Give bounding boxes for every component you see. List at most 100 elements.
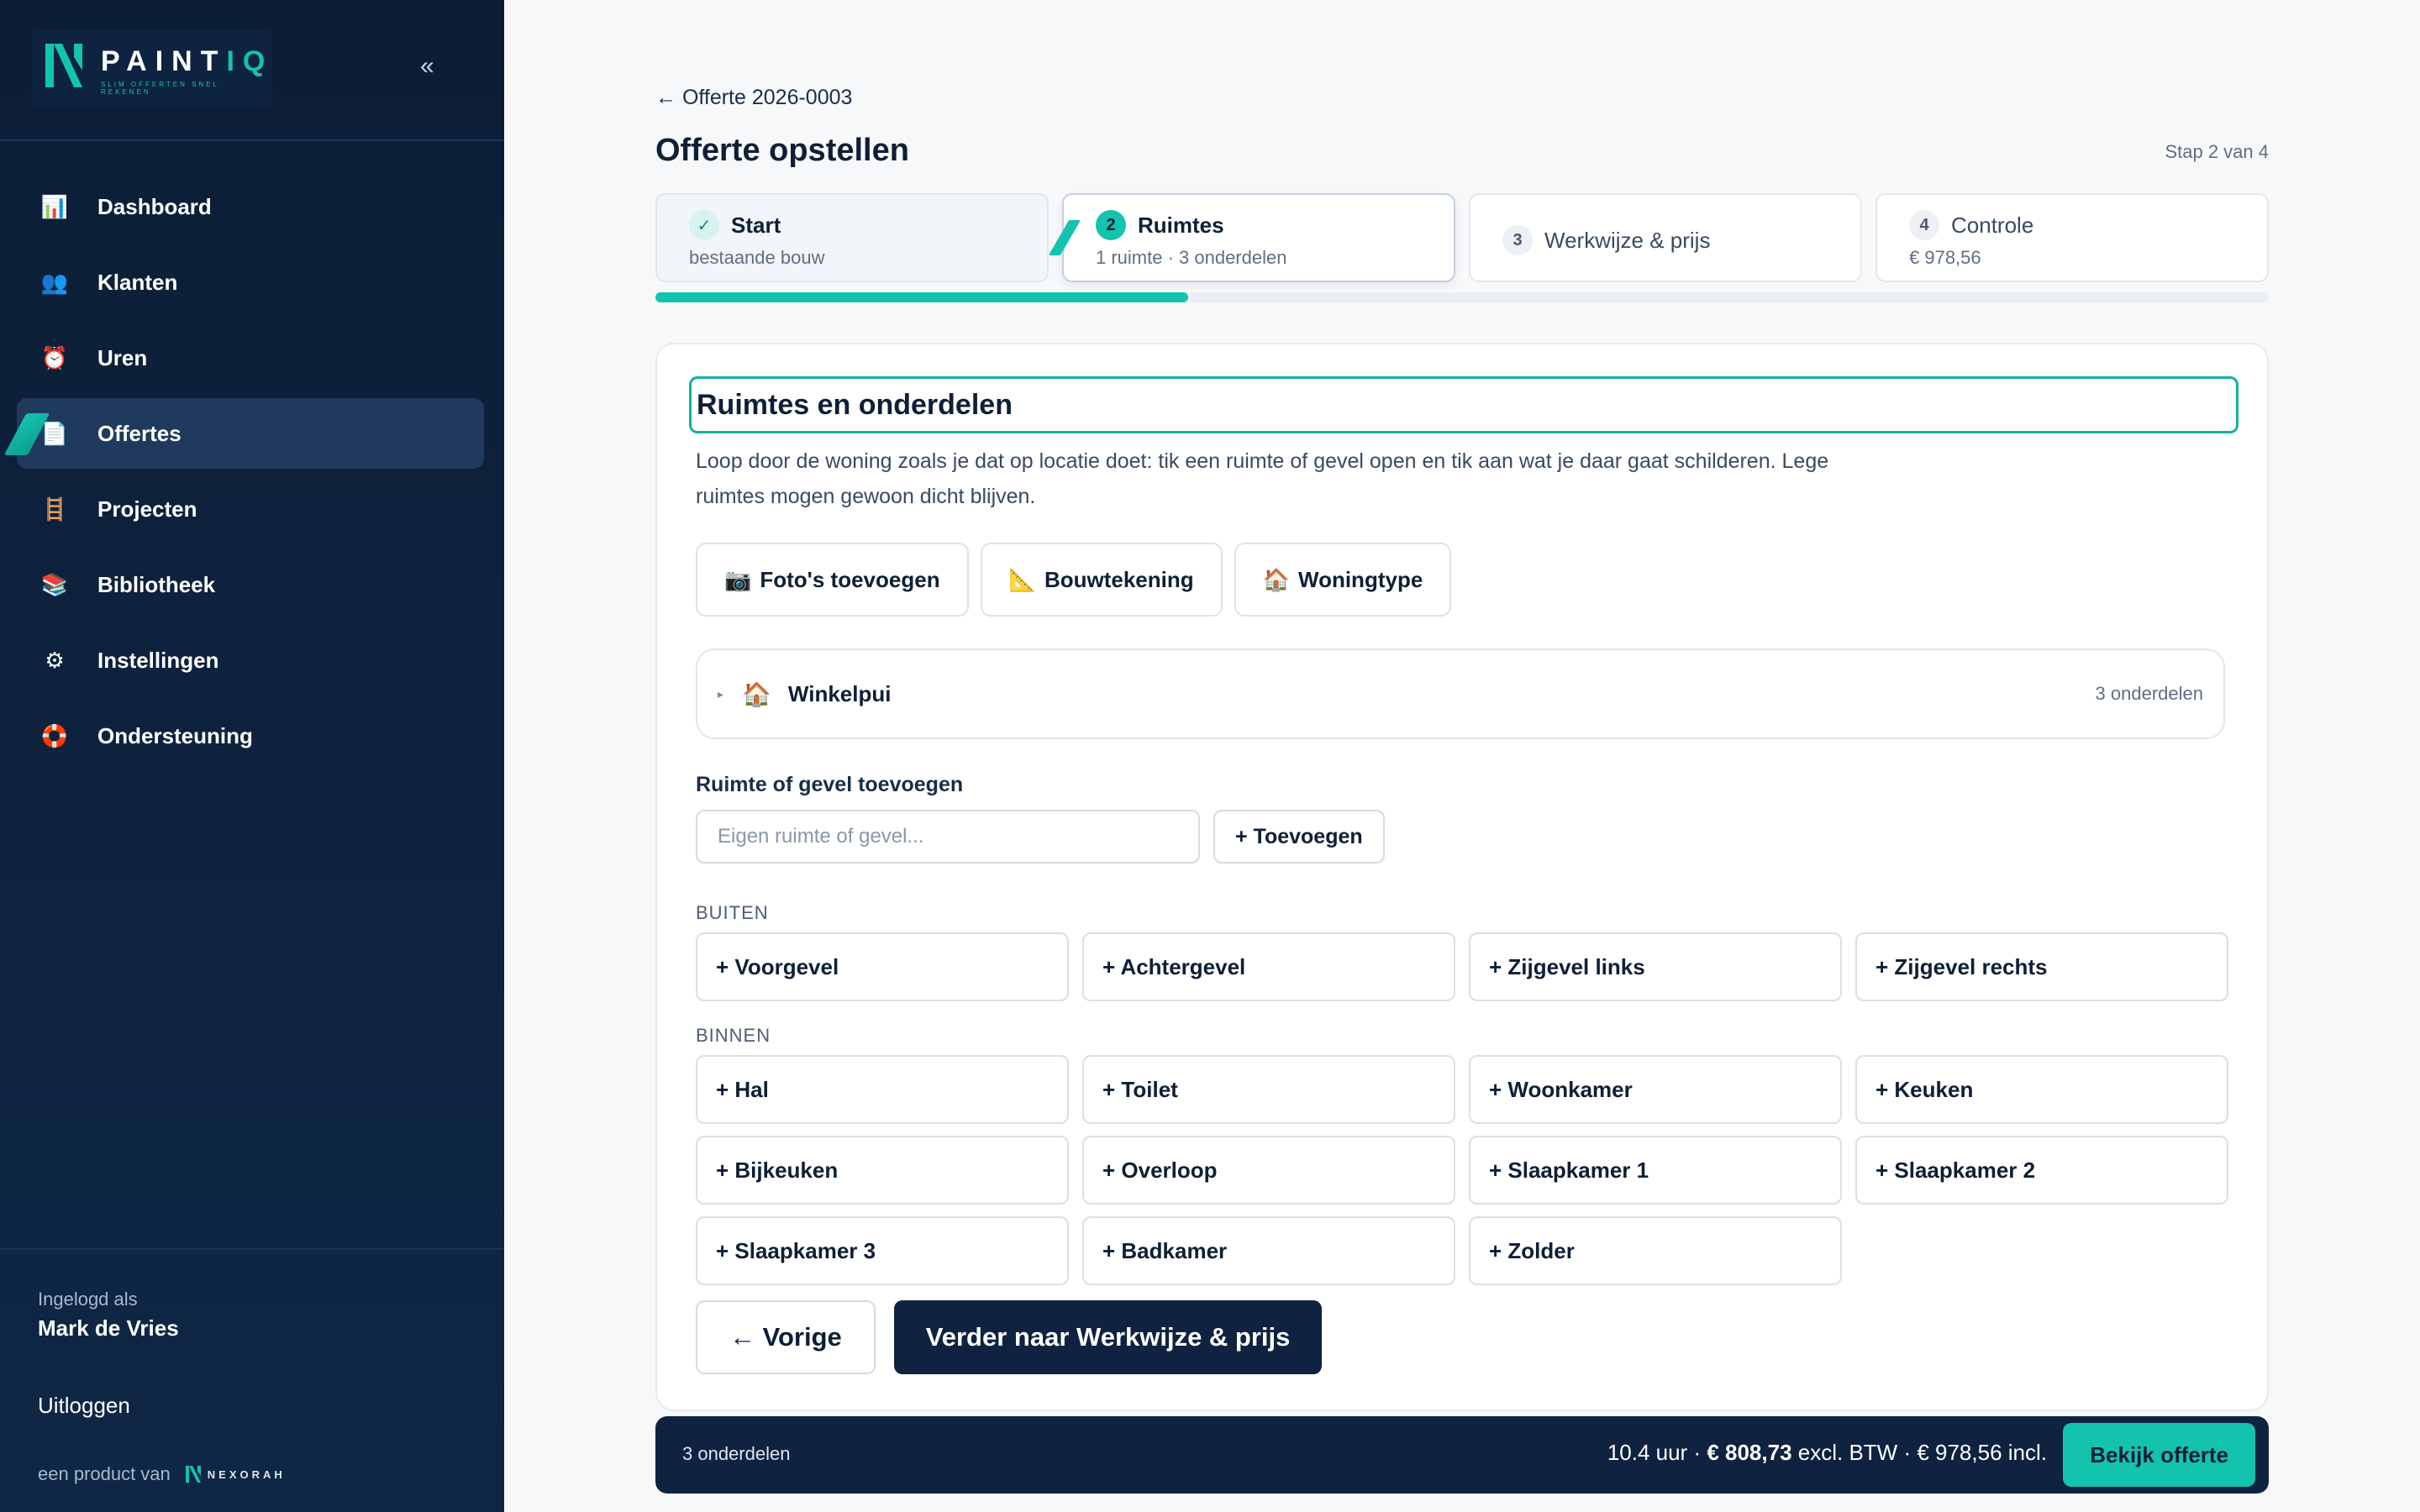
sidebar-item-label: Ondersteuning	[97, 722, 253, 748]
add-room-chip[interactable]: + Voorgevel	[696, 932, 1069, 1001]
sidebar-item-projecten[interactable]: 🪜 Projecten	[17, 474, 484, 544]
add-room-chip[interactable]: + Zolder	[1469, 1216, 1842, 1285]
sidebar-nav: 📊 Dashboard 👥 Klanten ⏰ Uren 📄 Offertes 🪜 Project…	[3, 171, 484, 776]
add-room-chip[interactable]: + Badkamer	[1082, 1216, 1455, 1285]
sidebar-item-dashboard[interactable]: 📊 Dashboard	[17, 171, 484, 242]
sidebar-item-label: Uren	[97, 344, 148, 370]
current-step-indicator	[1048, 220, 1081, 255]
bar-chart-icon: 📊	[40, 193, 69, 219]
add-room-chip[interactable]: + Woonkamer	[1469, 1055, 1842, 1124]
summary-excl-amount: € 808,73	[1707, 1440, 1792, 1465]
add-room-chip[interactable]: + Zijgevel rechts	[1855, 932, 2228, 1001]
clock-icon: ⏰	[40, 344, 69, 370]
step-subtitle: € 978,56	[1909, 247, 1981, 268]
step-subtitle: 1 ruimte · 3 onderdelen	[1096, 247, 1287, 268]
product-of-label: een product van	[38, 1463, 171, 1484]
step-header: 4 Controle	[1909, 210, 2033, 240]
outside-group-label: BUITEN	[696, 902, 769, 923]
sidebar-item-offertes[interactable]: 📄 Offertes	[3, 398, 484, 469]
sidebar-divider	[0, 1248, 504, 1250]
outside-chip-grid: + Voorgevel + Achtergevel + Zijgevel links…	[696, 932, 2228, 1001]
previous-button[interactable]: ← Vorige	[696, 1300, 876, 1374]
paintiq-logo[interactable]: PAINTIQ SLIM OFFERTEN SNEL REKENEN	[32, 30, 272, 108]
step-number-badge: 2	[1096, 210, 1126, 240]
sidebar-item-label: Klanten	[97, 269, 178, 295]
logo-mark-icon	[45, 44, 82, 87]
add-room-chip[interactable]: + Toilet	[1082, 1055, 1455, 1124]
add-room-chip[interactable]: + Bijkeuken	[696, 1136, 1069, 1205]
main-content: ← Offerte 2026-0003 Offerte opstellen St…	[504, 0, 2420, 1512]
add-room-chip[interactable]: + Keuken	[1855, 1055, 2228, 1124]
add-room-chip[interactable]: + Slaapkamer 2	[1855, 1136, 2228, 1205]
tool-button-label: Bouwtekening	[1044, 566, 1194, 592]
add-room-chip[interactable]: + Overloop	[1082, 1136, 1455, 1205]
custom-room-input[interactable]	[696, 810, 1200, 864]
add-room-label: Ruimte of gevel toevoegen	[696, 773, 964, 796]
step-header: 3 Werkwijze & prijs	[1502, 225, 1710, 255]
view-quote-button[interactable]: Bekijk offerte	[2063, 1423, 2255, 1487]
next-step-button[interactable]: Verder naar Werkwijze & prijs	[893, 1300, 1323, 1374]
inside-group-label: BINNEN	[696, 1025, 771, 1046]
sidebar-divider	[0, 139, 504, 141]
collapse-sidebar-button[interactable]: «	[420, 52, 434, 81]
sidebar-item-label: Projecten	[97, 496, 197, 522]
ruler-button[interactable]: 📐 Bouwtekening	[980, 543, 1223, 617]
step-subtitle: bestaande bouw	[689, 247, 825, 268]
summary-hours: 10.4 uur ·	[1607, 1440, 1707, 1465]
card-title: Ruimtes en onderdelen	[689, 376, 2238, 433]
add-room-chip[interactable]: + Slaapkamer 3	[696, 1216, 1069, 1285]
step-label: Werkwijze & prijs	[1544, 227, 1711, 253]
progress-bar	[655, 292, 2269, 302]
step-label: Start	[731, 212, 781, 238]
summary-incl: excl. BTW · € 978,56 incl.	[1791, 1440, 2047, 1465]
sidebar-item-label: Instellingen	[97, 647, 219, 673]
rooms-card: Ruimtes en onderdelen Loop door de wonin…	[655, 343, 2269, 1411]
step-3[interactable]: 3 Werkwijze & prijs	[1469, 193, 1862, 282]
step-number-badge: 4	[1909, 210, 1939, 240]
house-icon: 🏠	[742, 680, 771, 707]
house-icon: 🏠	[1262, 566, 1290, 592]
camera-icon: 📷	[724, 566, 752, 592]
step-number-badge: 3	[1502, 225, 1533, 255]
summary-bar: 3 onderdelen 10.4 uur · € 808,73 excl. B…	[655, 1416, 2269, 1494]
step-label: Ruimtes	[1138, 212, 1224, 238]
page-title: Offerte opstellen	[655, 133, 909, 168]
add-room-chip[interactable]: + Zijgevel links	[1469, 932, 1842, 1001]
step-4[interactable]: 4 Controle € 978,56	[1876, 193, 2269, 282]
sidebar-item-instellingen[interactable]: ⚙ Instellingen	[17, 625, 484, 696]
add-room-chip[interactable]: + Achtergevel	[1082, 932, 1455, 1001]
add-room-chip[interactable]: + Hal	[696, 1055, 1069, 1124]
tool-row: 📷 Foto's toevoegen 📐 Bouwtekening 🏠 Woningtyp…	[696, 543, 1452, 617]
room-row-winkelpui[interactable]: ▸ 🏠 Winkelpui 3 onderdelen	[696, 648, 2225, 739]
sidebar-item-label: Bibliotheek	[97, 571, 216, 597]
step-label: Controle	[1951, 212, 2034, 238]
logo-tagline: SLIM OFFERTEN SNEL REKENEN	[101, 81, 219, 96]
stepper: ✓ Start bestaande bouw 2 Ruimtes 1 ruimte · 3…	[655, 193, 2269, 282]
logout-link[interactable]: Uitloggen	[38, 1393, 130, 1419]
sidebar-item-ondersteuning[interactable]: 🛟 Ondersteuning	[17, 701, 484, 771]
user-name: Mark de Vries	[38, 1315, 179, 1341]
lifebuoy-icon: 🛟	[40, 722, 69, 748]
expand-caret-icon[interactable]: ▸	[718, 687, 723, 701]
step-1[interactable]: ✓ Start bestaande bouw	[655, 193, 1049, 282]
tool-button-label: Foto's toevoegen	[760, 566, 940, 592]
camera-button[interactable]: 📷 Foto's toevoegen	[696, 543, 969, 617]
sidebar-item-bibliotheek[interactable]: 📚 Bibliotheek	[17, 549, 484, 620]
check-icon: ✓	[689, 210, 719, 240]
step-header: 2 Ruimtes	[1096, 210, 1224, 240]
inside-chip-grid: + Hal + Toilet + Woonkamer + Keuken + Bijkeu…	[696, 1055, 2228, 1285]
add-room-chip[interactable]: + Slaapkamer 1	[1469, 1136, 1842, 1205]
document-icon: 📄	[40, 420, 69, 446]
step-counter: Stap 2 van 4	[2165, 141, 2269, 162]
sidebar-item-uren[interactable]: ⏰ Uren	[17, 323, 484, 393]
product-of: een product van NEXORAH	[38, 1463, 286, 1485]
logo-wordmark: PAINTIQ	[101, 45, 274, 77]
step-2[interactable]: 2 Ruimtes 1 ruimte · 3 onderdelen	[1048, 193, 1455, 282]
sidebar-item-klanten[interactable]: 👥 Klanten	[17, 247, 484, 318]
house-button[interactable]: 🏠 Woningtype	[1234, 543, 1452, 617]
tool-button-label: Woningtype	[1298, 566, 1423, 592]
logged-in-label: Ingelogd als	[38, 1289, 138, 1310]
add-room-button[interactable]: + Toevoegen	[1213, 810, 1385, 864]
ruler-icon: 📐	[1008, 566, 1036, 592]
back-to-quote-link[interactable]: ← Offerte 2026-0003	[655, 86, 852, 110]
